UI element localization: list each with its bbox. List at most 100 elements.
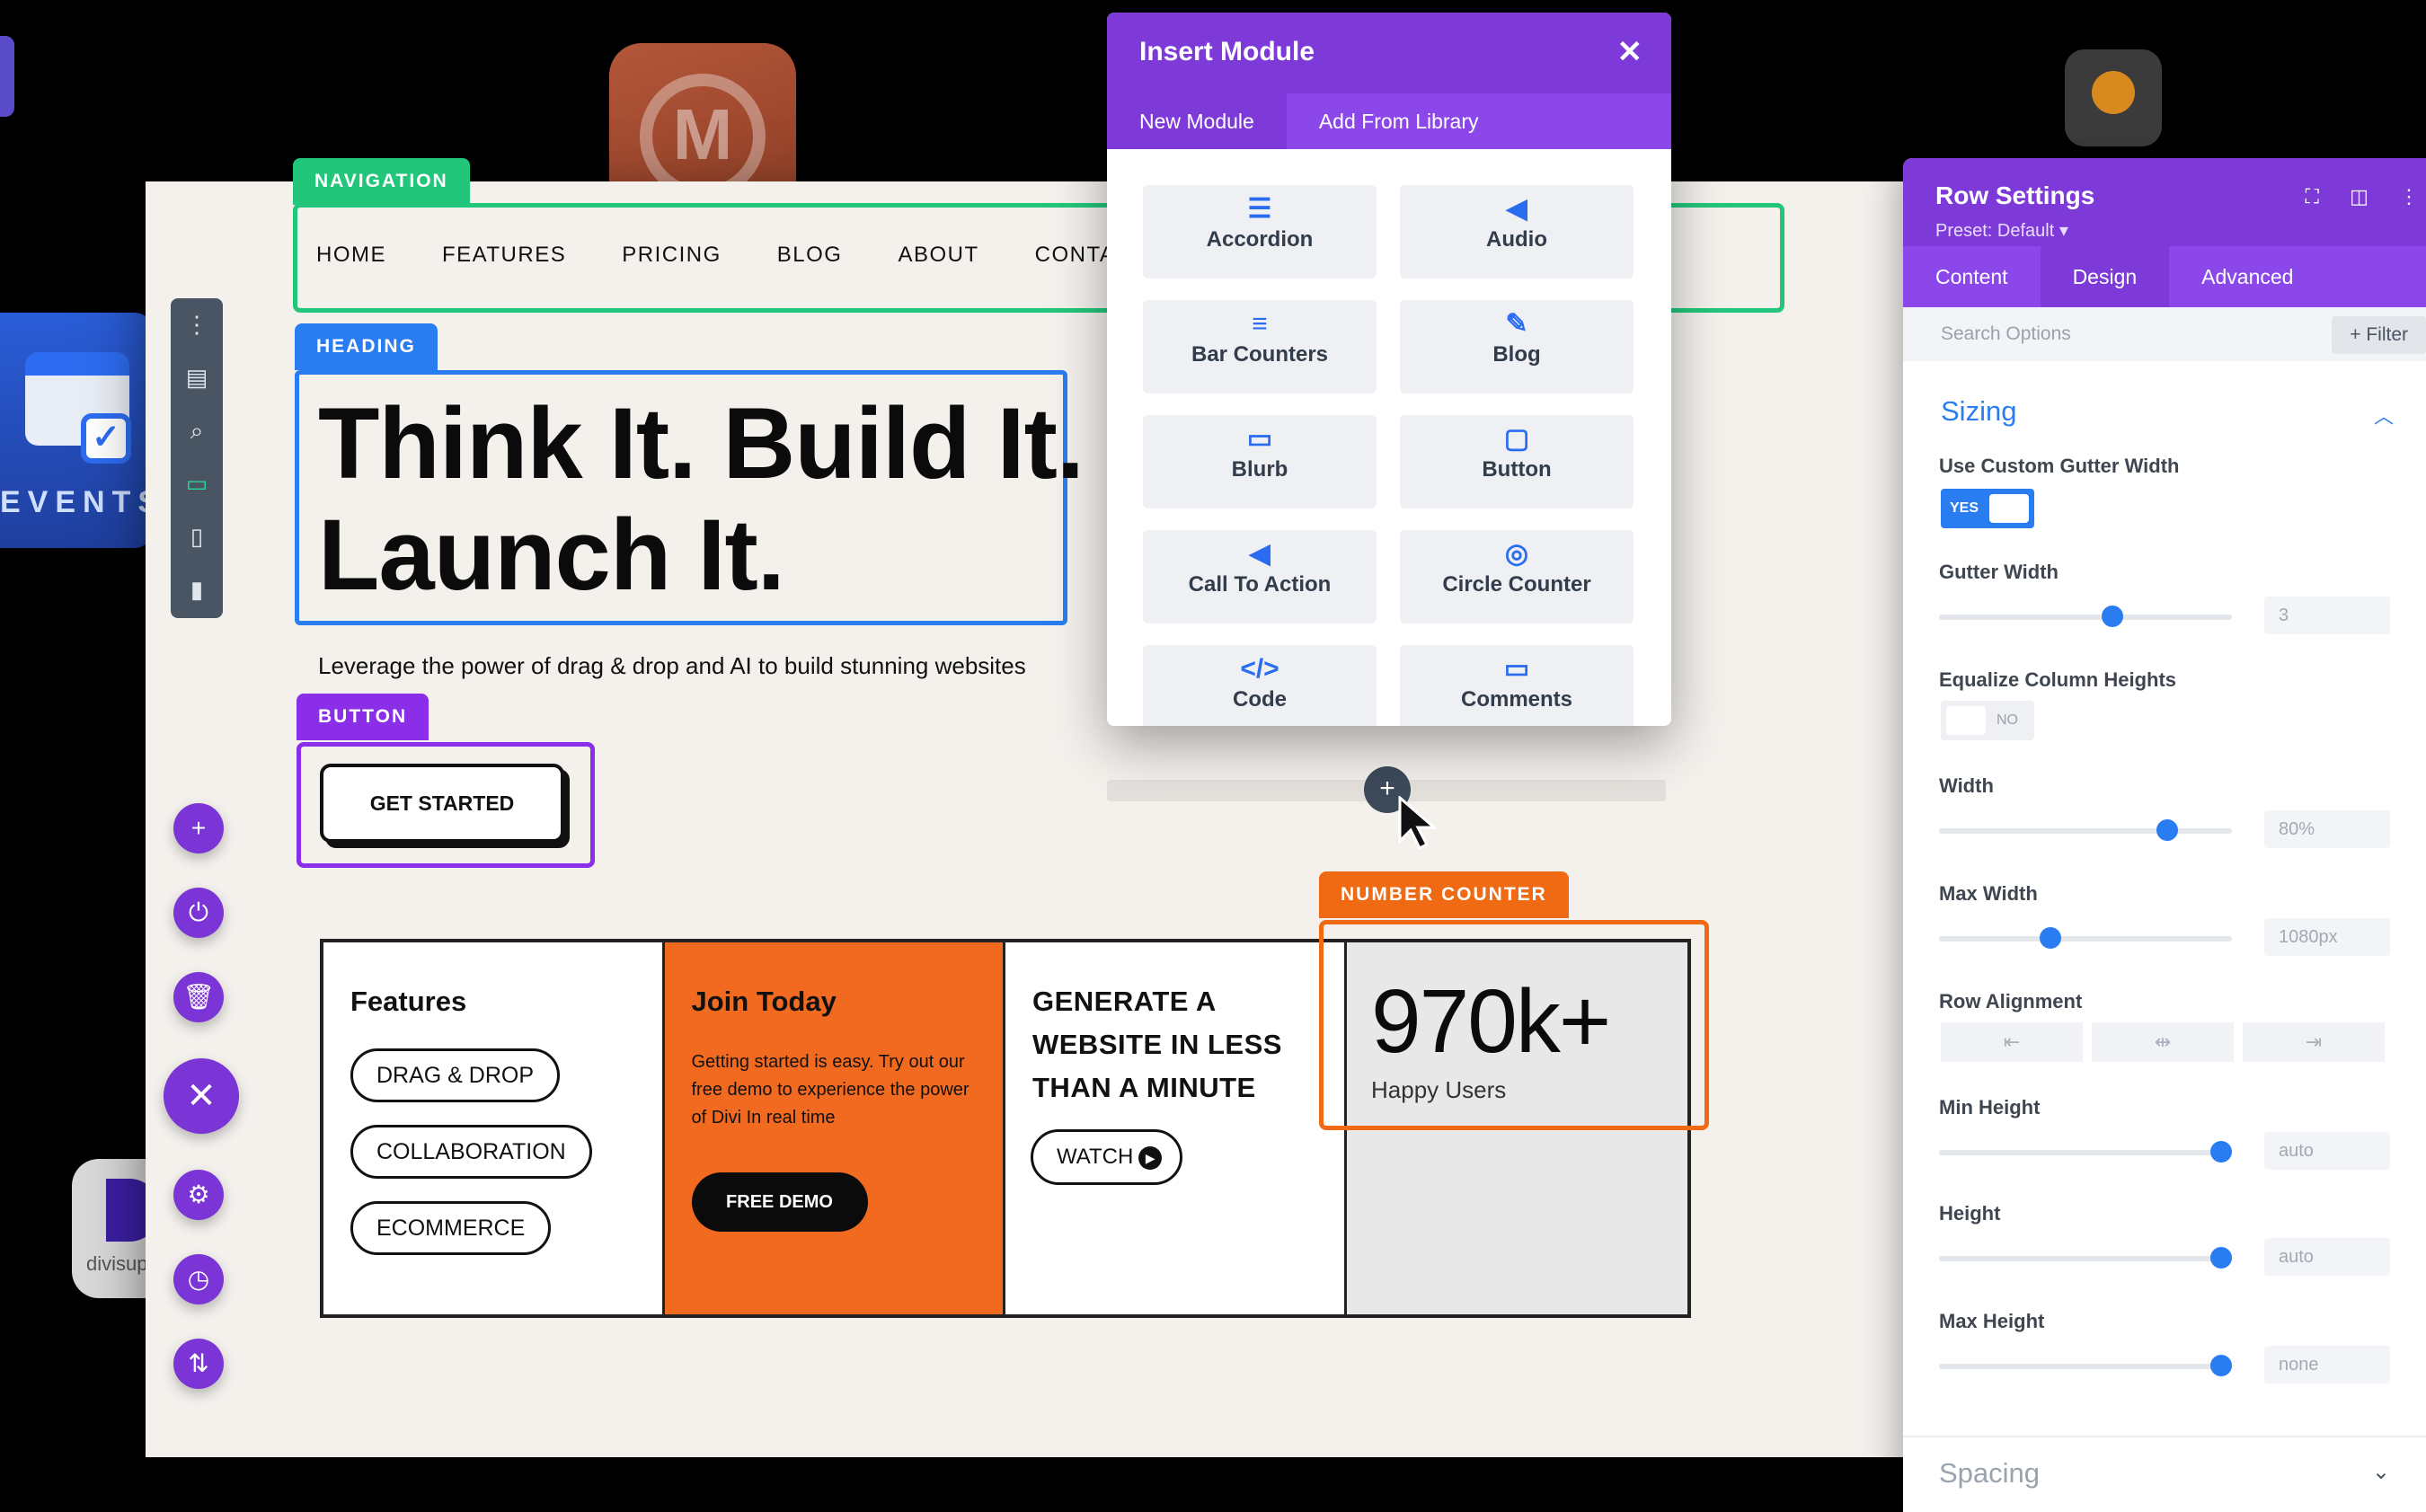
number-counter-tag[interactable]: NUMBER COUNTER xyxy=(1319,871,1569,918)
audio-icon: ◀ xyxy=(1506,194,1527,224)
join-title: Join Today xyxy=(691,986,837,1017)
min-height-label: Min Height xyxy=(1939,1096,2041,1119)
row-alignment-label: Row Alignment xyxy=(1939,990,2083,1012)
max-height-slider[interactable] xyxy=(1939,1355,2232,1376)
circle-counter-icon: ◎ xyxy=(1504,539,1529,569)
min-height-slider[interactable] xyxy=(1939,1141,2232,1163)
close-icon[interactable]: ✕ xyxy=(164,1058,239,1134)
nav-item-features[interactable]: FEATURES xyxy=(442,243,566,268)
sort-arrows-icon[interactable]: ⇅ xyxy=(173,1339,224,1389)
module-code[interactable]: </> Code xyxy=(1143,645,1377,726)
gutter-width-input[interactable]: 3 xyxy=(2264,597,2390,634)
height-input[interactable]: auto xyxy=(2264,1238,2390,1276)
tab-new-module[interactable]: New Module xyxy=(1107,93,1287,149)
tab-design[interactable]: Design xyxy=(2040,246,2170,307)
gutter-width-slider[interactable] xyxy=(1939,606,2232,627)
nav-item-home[interactable]: HOME xyxy=(316,243,386,268)
module-button[interactable]: ▢ Button xyxy=(1400,415,1634,508)
add-icon[interactable]: + xyxy=(173,803,224,853)
power-icon[interactable]: ⏻ xyxy=(173,888,224,938)
call-to-action-icon: ◀ xyxy=(1249,539,1271,569)
search-options-input[interactable]: Search Options + Filter xyxy=(1903,307,2426,361)
panel-tabs: Content Design Advanced xyxy=(1903,246,2426,307)
hero-headline: Think It. Build It. Launch It. xyxy=(318,387,1085,611)
align-left-icon[interactable]: ⇤ xyxy=(1941,1022,2083,1062)
features-column[interactable]: Features DRAG & DROP COLLABORATION ECOMM… xyxy=(323,942,665,1314)
view-toolbar: ⋮ ▤ ⌕ ▭ ▯ ▮ xyxy=(171,298,223,618)
tab-content[interactable]: Content xyxy=(1903,246,2041,307)
history-icon[interactable]: ◷ xyxy=(173,1254,224,1304)
module-bar-counters[interactable]: ≡ Bar Counters xyxy=(1143,300,1377,393)
custom-gutter-toggle[interactable]: YES xyxy=(1941,489,2034,528)
c-app-icon xyxy=(2065,49,2162,146)
more-options-icon[interactable]: ⋮ xyxy=(2399,185,2419,208)
generate-column[interactable]: GENERATE A WEBSITE IN LESS THAN A MINUTE… xyxy=(1005,942,1347,1314)
row-settings-panel: Row Settings Preset: Default ▾ ⛶ ◫ ⋮ Con… xyxy=(1903,158,2426,1512)
tab-advanced[interactable]: Advanced xyxy=(2169,246,2325,307)
desktop-view-icon[interactable]: ▭ xyxy=(171,457,223,510)
join-column[interactable]: Join Today Getting started is easy. Try … xyxy=(664,942,1005,1314)
chevron-down-icon: ⌄ xyxy=(2371,1460,2390,1484)
align-center-icon[interactable]: ⇹ xyxy=(2092,1022,2234,1062)
settings-gear-icon[interactable]: ⚙ xyxy=(173,1170,224,1220)
max-width-label: Max Width xyxy=(1939,882,2038,905)
module-call-to-action[interactable]: ◀ Call To Action xyxy=(1143,530,1377,623)
module-audio[interactable]: ◀ Audio xyxy=(1400,185,1634,279)
row-alignment-options: ⇤ ⇹ ⇥ xyxy=(1941,1022,2385,1062)
module-circle-counter[interactable]: ◎ Circle Counter xyxy=(1400,530,1634,623)
pill-collaboration[interactable]: COLLABORATION xyxy=(350,1125,592,1179)
max-height-input[interactable]: none xyxy=(2264,1346,2390,1384)
zoom-icon[interactable]: ⌕ xyxy=(171,404,223,457)
collapse-caret-icon[interactable]: ︿ xyxy=(2374,401,2394,429)
blog-icon: ✎ xyxy=(1505,309,1528,339)
module-blog[interactable]: ✎ Blog xyxy=(1400,300,1634,393)
code-icon: </> xyxy=(1240,654,1279,684)
close-icon[interactable]: ✕ xyxy=(1617,13,1643,92)
preset-dropdown[interactable]: Preset: Default ▾ xyxy=(1935,219,2426,242)
nav-item-pricing[interactable]: PRICING xyxy=(622,243,722,268)
heading-tag[interactable]: HEADING xyxy=(295,323,438,370)
free-demo-button[interactable]: FREE DEMO xyxy=(691,1172,868,1232)
nav-item-about[interactable]: ABOUT xyxy=(898,243,978,268)
split-view-icon[interactable]: ◫ xyxy=(2350,185,2368,208)
panel-header: Row Settings Preset: Default ▾ ⛶ ◫ ⋮ xyxy=(1903,158,2426,246)
counter-label: Happy Users xyxy=(1371,1076,1507,1103)
pill-ecommerce[interactable]: ECOMMERCE xyxy=(350,1201,552,1255)
navigation-tag[interactable]: NAVIGATION xyxy=(293,158,470,205)
pill-drag-drop[interactable]: DRAG & DROP xyxy=(350,1048,561,1102)
sizing-section-title[interactable]: Sizing xyxy=(1941,395,2016,428)
modal-title: Insert Module xyxy=(1139,37,1315,66)
features-title: Features xyxy=(350,986,467,1017)
watch-button[interactable]: WATCH ▶ xyxy=(1031,1129,1183,1185)
filter-button[interactable]: + Filter xyxy=(2332,316,2426,354)
hero-subline: Leverage the power of drag & drop and AI… xyxy=(318,652,1026,679)
accordion-icon: ☰ xyxy=(1247,194,1272,224)
button-tag[interactable]: BUTTON xyxy=(297,694,429,740)
min-height-input[interactable]: auto xyxy=(2264,1132,2390,1170)
expand-icon[interactable]: ⛶ xyxy=(2306,185,2319,208)
module-comments[interactable]: ▭ Comments xyxy=(1400,645,1634,726)
spacing-section[interactable]: Spacing ⌄ xyxy=(1903,1436,2426,1512)
height-slider[interactable] xyxy=(1939,1247,2232,1269)
phone-view-icon[interactable]: ▮ xyxy=(171,563,223,616)
max-width-slider[interactable] xyxy=(1939,927,2232,949)
more-options-icon[interactable]: ⋮ xyxy=(171,298,223,351)
get-started-button[interactable]: GET STARTED xyxy=(320,764,564,843)
height-label: Height xyxy=(1939,1202,2001,1225)
max-width-input[interactable]: 1080px xyxy=(2264,918,2390,956)
width-input[interactable]: 80% xyxy=(2264,810,2390,848)
nav-menu: HOME FEATURES PRICING BLOG ABOUT CONTACT xyxy=(316,243,1202,268)
align-right-icon[interactable]: ⇥ xyxy=(2243,1022,2385,1062)
nav-item-blog[interactable]: BLOG xyxy=(777,243,843,268)
tablet-view-icon[interactable]: ▯ xyxy=(171,510,223,563)
module-blurb[interactable]: ▭ Blurb xyxy=(1143,415,1377,508)
width-slider[interactable] xyxy=(1939,819,2232,841)
generate-title: GENERATE A WEBSITE IN LESS THAN A MINUTE xyxy=(1032,986,1282,1103)
blurb-icon: ▭ xyxy=(1246,424,1273,454)
equalize-toggle[interactable]: NO xyxy=(1941,701,2034,740)
app-icon-partial xyxy=(0,36,14,117)
trash-icon[interactable]: 🗑 xyxy=(173,972,224,1022)
module-accordion[interactable]: ☰ Accordion xyxy=(1143,185,1377,279)
tab-add-from-library[interactable]: Add From Library xyxy=(1287,93,1511,149)
layout-icon[interactable]: ▤ xyxy=(171,351,223,404)
